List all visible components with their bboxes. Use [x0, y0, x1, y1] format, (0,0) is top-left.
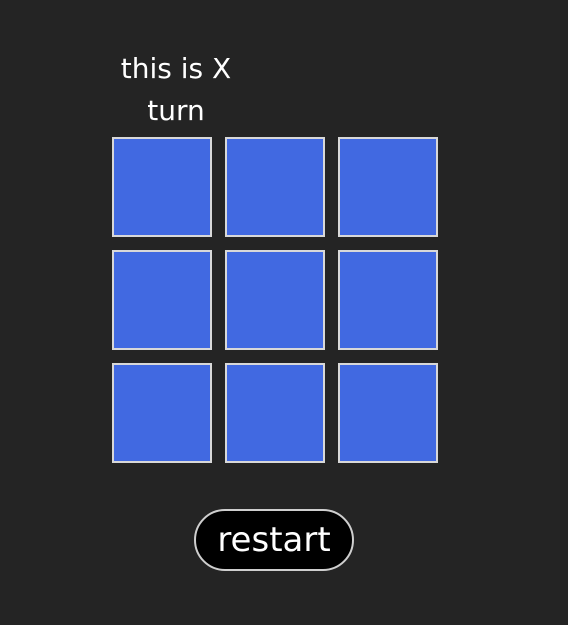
board-cell-3[interactable]	[338, 137, 438, 237]
board-cell-7[interactable]	[112, 363, 212, 463]
board-cell-2[interactable]	[225, 137, 325, 237]
board-cell-4[interactable]	[112, 250, 212, 350]
board-cell-6[interactable]	[338, 250, 438, 350]
game-board	[112, 137, 438, 463]
turn-status: this is X turn	[120, 52, 232, 127]
board-cell-5[interactable]	[225, 250, 325, 350]
board-cell-1[interactable]	[112, 137, 212, 237]
restart-button[interactable]: restart	[194, 509, 354, 571]
board-cell-9[interactable]	[338, 363, 438, 463]
board-cell-8[interactable]	[225, 363, 325, 463]
